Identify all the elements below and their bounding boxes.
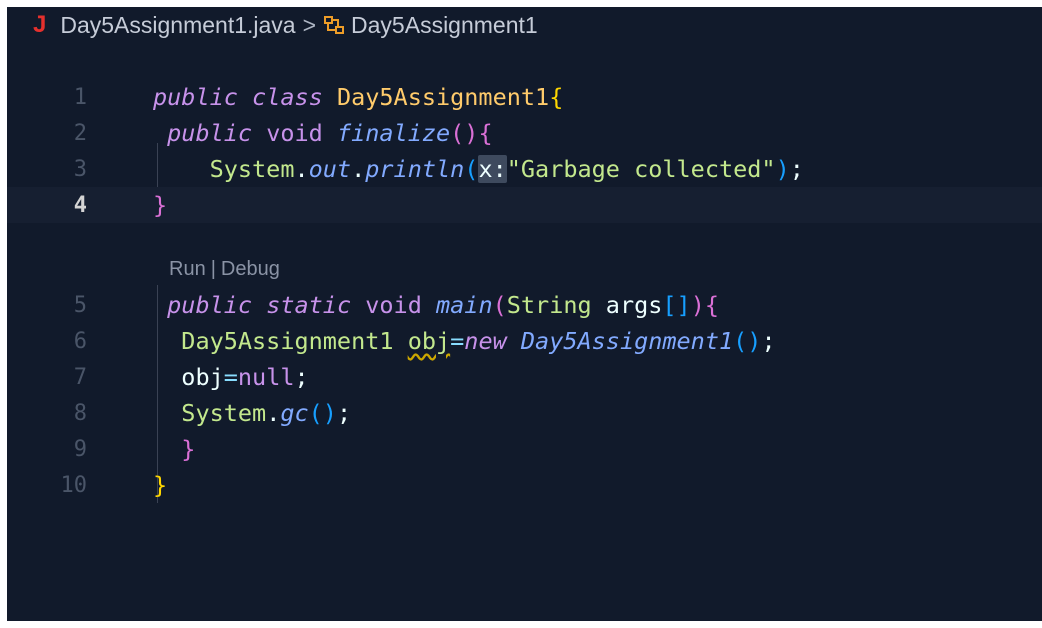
token-semicolon: ;	[761, 327, 776, 355]
line-number: 2	[73, 120, 87, 146]
code-line-6[interactable]: 6 Day5Assignment1 obj=new Day5Assignment…	[7, 323, 1042, 359]
breadcrumb: J Day5Assignment1.java > Day5Assignment1	[7, 7, 1042, 43]
code-text: public static void main(String args[]){	[153, 291, 719, 319]
token-dot: .	[294, 155, 309, 183]
code-editor[interactable]: J Day5Assignment1.java > Day5Assignment1…	[7, 7, 1042, 621]
token-brace: {	[704, 291, 719, 319]
java-file-icon: J	[33, 11, 47, 38]
code-text: System.gc();	[153, 399, 351, 427]
token-type: String	[506, 291, 592, 319]
code-line-10[interactable]: 10 }	[7, 467, 1042, 503]
token-keyword: class	[252, 83, 323, 111]
token-function: gc	[280, 399, 309, 427]
token-brace: }	[153, 191, 168, 219]
token-keyword: public	[167, 291, 253, 319]
code-text: public void finalize(){	[153, 119, 493, 147]
code-text: }	[153, 435, 195, 463]
token-function: println	[365, 155, 465, 183]
token-brackets: []	[662, 291, 691, 319]
line-number: 1	[73, 84, 87, 110]
token-keyword: public	[167, 119, 253, 147]
token-paren: ()	[733, 327, 762, 355]
code-line-9[interactable]: 9 }	[7, 431, 1042, 467]
token-brace: }	[181, 435, 196, 463]
code-text: public class Day5Assignment1{	[153, 83, 563, 111]
token-paren: ()	[308, 399, 337, 427]
token-param: args	[605, 291, 663, 319]
line-number: 5	[73, 292, 87, 318]
token-semicolon: ;	[336, 399, 352, 427]
token-keyword: null	[237, 363, 295, 391]
parameter-hint: x:	[478, 155, 507, 183]
code-text: System.out.println(x:"Garbage collected"…	[153, 155, 804, 183]
code-line-3[interactable]: 3 System.out.println(x:"Garbage collecte…	[7, 151, 1042, 187]
token-function: finalize	[336, 119, 451, 147]
token-paren: )	[775, 155, 790, 183]
breadcrumb-class[interactable]: Day5Assignment1	[351, 12, 538, 39]
token-constructor: Day5Assignment1	[520, 327, 734, 355]
code-line-8[interactable]: 8 System.gc();	[7, 395, 1042, 431]
breadcrumb-file[interactable]: Day5Assignment1.java	[60, 12, 295, 39]
debug-codelens[interactable]: Debug	[221, 258, 280, 281]
codelens-divider: |	[210, 257, 216, 280]
token-dot: .	[266, 399, 281, 427]
token-semicolon: ;	[789, 155, 804, 183]
code-line-7[interactable]: 7 obj=null;	[7, 359, 1042, 395]
token-type: Day5Assignment1	[181, 327, 394, 355]
token-variable-warning: obj	[407, 327, 451, 355]
code-line-4[interactable]: 4 }	[7, 187, 1042, 223]
token-field: out	[308, 155, 352, 183]
code-text: Day5Assignment1 obj=new Day5Assignment1(…	[153, 327, 776, 355]
code-line-5[interactable]: 5 public static void main(String args[])…	[7, 287, 1042, 323]
token-keyword: new	[464, 327, 507, 355]
token-brace: {	[549, 83, 564, 111]
line-number: 4	[73, 192, 87, 218]
token-paren: (	[464, 155, 479, 183]
token-keyword: static	[266, 291, 352, 319]
token-semicolon: ;	[294, 363, 309, 391]
token-paren: (	[492, 291, 507, 319]
code-text: obj=null;	[153, 363, 309, 391]
token-function: main	[436, 291, 493, 319]
code-line-1[interactable]: 1 public class Day5Assignment1{	[7, 79, 1042, 115]
line-number: 9	[73, 436, 87, 462]
line-number: 10	[60, 472, 88, 498]
token-keyword: public	[153, 83, 238, 111]
token-keyword: void	[266, 119, 323, 147]
token-paren: ()	[450, 119, 479, 147]
token-dot: .	[351, 155, 366, 183]
token-variable: obj	[181, 363, 224, 391]
token-brace: }	[153, 471, 168, 499]
token-class-name: Day5Assignment1	[336, 83, 550, 111]
class-symbol-icon	[323, 14, 345, 36]
token-operator: =	[450, 327, 465, 355]
token-paren: )	[690, 291, 705, 319]
run-codelens[interactable]: Run	[169, 258, 206, 281]
code-text: }	[153, 191, 167, 219]
breadcrumb-separator: >	[302, 11, 317, 38]
token-class-ref: System	[209, 155, 295, 183]
token-brace: {	[478, 119, 493, 147]
token-class-ref: System	[181, 399, 267, 427]
line-number: 6	[73, 328, 87, 354]
code-text: }	[153, 471, 167, 499]
line-number: 3	[73, 156, 87, 182]
line-number: 7	[73, 364, 87, 390]
line-number: 8	[73, 400, 87, 426]
token-operator: =	[223, 363, 238, 391]
code-line-2[interactable]: 2 public void finalize(){	[7, 115, 1042, 151]
token-string: "Garbage collected"	[506, 155, 776, 183]
codelens: Run | Debug	[169, 255, 280, 283]
token-keyword: void	[365, 291, 422, 319]
